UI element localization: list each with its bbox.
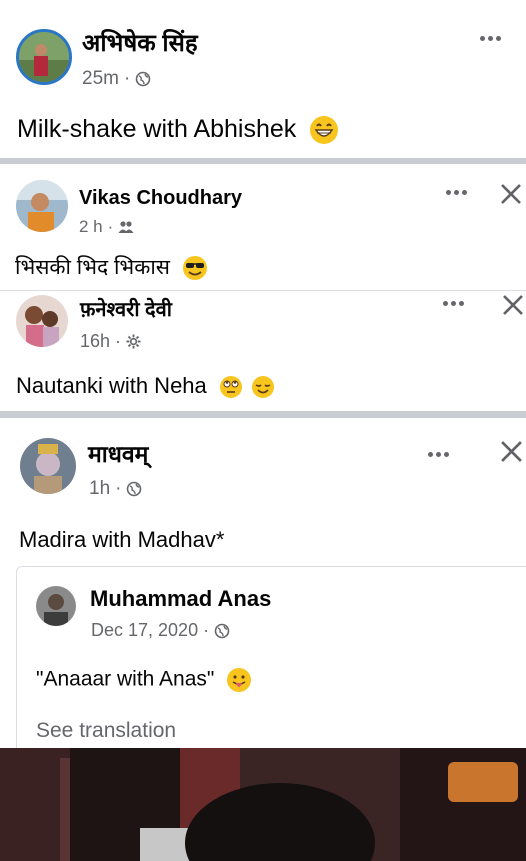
post-time[interactable]: 25m (82, 68, 119, 90)
shared-post-card[interactable]: Muhammad Anas Dec 17, 2020 · "Anaaar wit… (16, 566, 526, 766)
eye-roll-emoji (219, 376, 242, 399)
avatar-photo (19, 32, 69, 82)
post-time[interactable]: 1h (89, 478, 110, 500)
post-divider (0, 411, 526, 418)
more-options-button[interactable] (443, 301, 464, 306)
more-options-button[interactable] (446, 190, 467, 195)
friends-icon (118, 221, 134, 233)
author-name[interactable]: फ़नेश्वरी देवी (80, 295, 172, 322)
video-thumbnail[interactable] (0, 748, 526, 861)
video-frame (0, 748, 526, 861)
shared-post-time[interactable]: Dec 17, 2020 (91, 620, 198, 641)
post-4: माधवम् 1h · Madira with Madhav* Muhammad… (0, 418, 526, 766)
post-text: Nautanki with Neha (16, 373, 275, 399)
shared-post-meta: Dec 17, 2020 · (91, 620, 230, 641)
avatar-photo (36, 586, 76, 626)
globe-icon (127, 481, 142, 497)
author-name[interactable]: माधवम् (88, 437, 148, 469)
separator: · (123, 68, 131, 89)
post-meta: 1h · (89, 478, 142, 500)
post-1: अभिषेक सिंह 25m · Milk-shake with Abhish… (0, 0, 526, 158)
shared-post-text: "Anaaar with Anas" (36, 667, 252, 693)
post-meta: 16h · (80, 331, 141, 352)
author-name[interactable]: अभिषेक सिंह (82, 26, 198, 59)
more-options-button[interactable] (428, 452, 449, 457)
grinning-face-emoji (310, 116, 339, 145)
close-icon[interactable] (500, 183, 522, 205)
separator: · (107, 217, 114, 236)
post-time[interactable]: 16h (80, 331, 110, 352)
separator: · (115, 331, 122, 351)
separator: · (203, 620, 210, 640)
tongue-out-emoji (227, 668, 252, 692)
post-text: Milk-shake with Abhishek (17, 115, 339, 145)
author-avatar[interactable] (16, 180, 68, 232)
more-options-button[interactable] (480, 36, 501, 41)
post-text: Madira with Madhav* (19, 527, 225, 552)
settings-icon (126, 334, 141, 349)
shared-author-avatar[interactable] (36, 586, 76, 626)
author-name[interactable]: Vikas Choudhary (79, 187, 242, 210)
see-translation-link[interactable]: See translation (36, 719, 176, 743)
author-avatar[interactable] (16, 29, 72, 85)
relieved-face-emoji (252, 376, 275, 399)
post-text: भिसकी भिद भिकास (15, 253, 208, 281)
close-icon[interactable] (502, 294, 524, 316)
avatar-photo (16, 180, 68, 232)
post-meta: 2 h · (79, 217, 134, 237)
author-avatar[interactable] (16, 295, 68, 347)
post-meta: 25m · (82, 68, 151, 90)
post-3: फ़नेश्वरी देवी 16h · Nautanki with Neha (0, 291, 526, 411)
globe-icon (214, 623, 230, 638)
author-avatar[interactable] (20, 438, 76, 494)
avatar-photo (20, 438, 76, 494)
post-2: Vikas Choudhary 2 h · भिसकी भिद भिकास (0, 164, 526, 290)
avatar-photo (16, 295, 68, 347)
close-icon[interactable] (500, 440, 523, 463)
globe-icon (135, 71, 151, 87)
shared-author-name[interactable]: Muhammad Anas (90, 586, 271, 612)
separator: · (115, 478, 122, 499)
post-time[interactable]: 2 h (79, 217, 103, 237)
sunglasses-face-emoji (182, 256, 207, 281)
